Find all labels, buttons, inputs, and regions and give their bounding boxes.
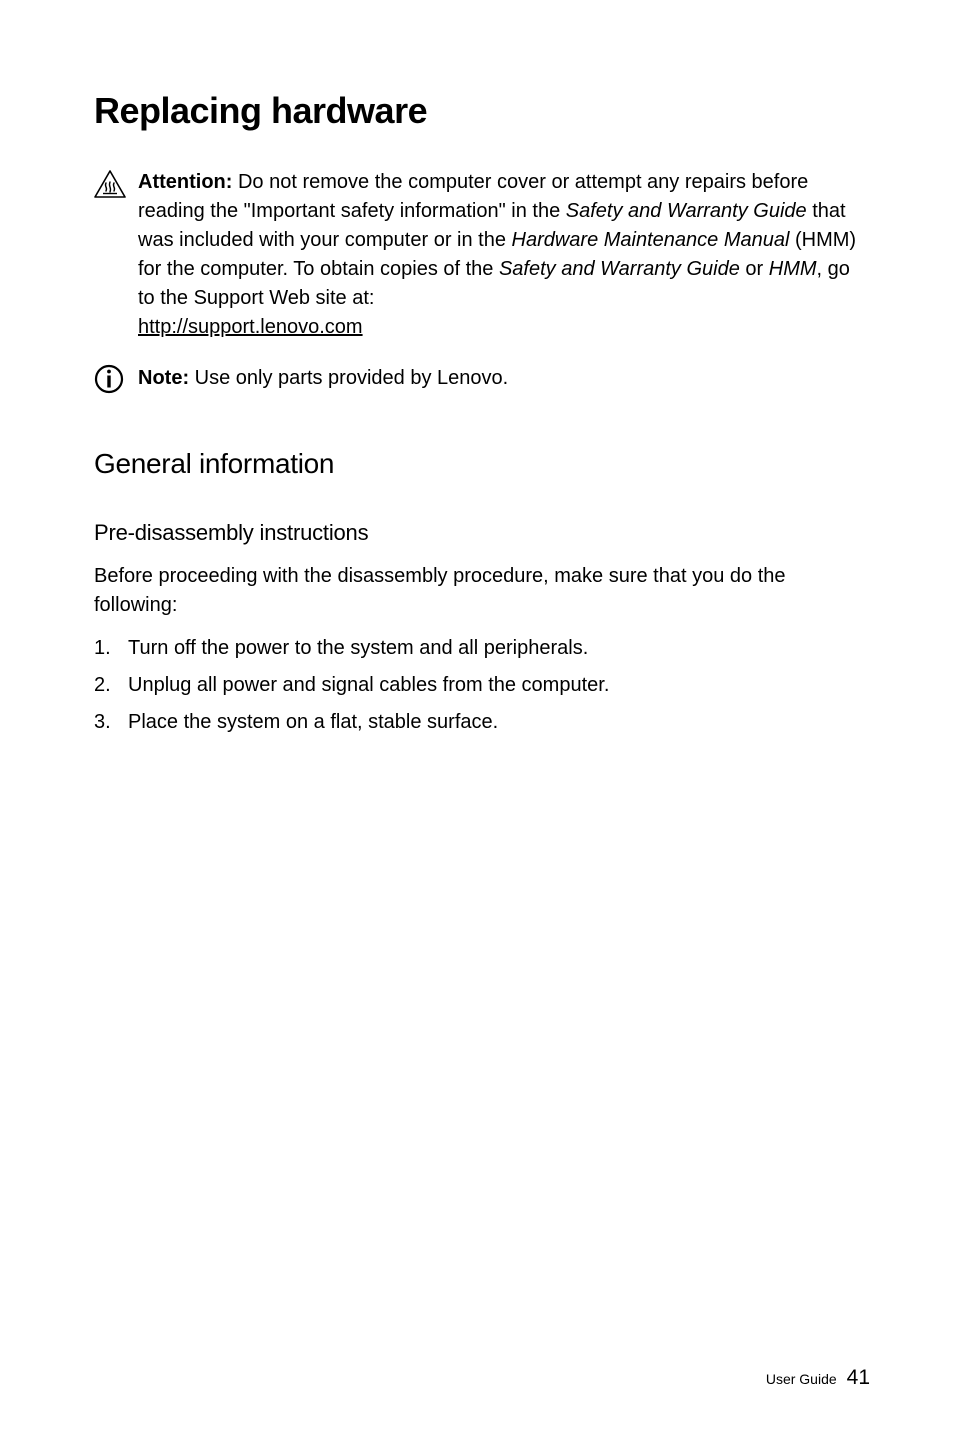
section-heading: General information <box>94 448 870 480</box>
attention-italic-2: Hardware Maintenance Manual <box>512 229 790 251</box>
page-number: 41 <box>847 1366 870 1390</box>
instruction-list: Turn off the power to the system and all… <box>94 634 870 737</box>
attention-text: Attention: Do not remove the computer co… <box>134 168 870 342</box>
attention-callout: Attention: Do not remove the computer co… <box>94 168 870 342</box>
sub-heading: Pre-disassembly instructions <box>94 520 870 546</box>
info-icon <box>94 364 134 394</box>
list-item: Place the system on a flat, stable surfa… <box>94 708 870 737</box>
attention-body-4: or <box>740 258 769 280</box>
note-text: Note: Use only parts provided by Lenovo. <box>134 364 870 393</box>
support-link[interactable]: http://support.lenovo.com <box>138 316 363 338</box>
attention-italic-3: Safety and Warranty Guide <box>499 258 740 280</box>
footer-label: User Guide <box>766 1371 837 1387</box>
attention-label: Attention: <box>138 171 232 193</box>
hot-surface-warning-icon <box>94 168 134 198</box>
attention-italic-1: Safety and Warranty Guide <box>566 200 807 222</box>
note-body: Use only parts provided by Lenovo. <box>189 367 508 389</box>
list-item: Unplug all power and signal cables from … <box>94 671 870 700</box>
page-title: Replacing hardware <box>94 90 870 132</box>
note-callout: Note: Use only parts provided by Lenovo. <box>94 364 870 394</box>
intro-paragraph: Before proceeding with the disassembly p… <box>94 562 870 620</box>
note-label: Note: <box>138 367 189 389</box>
page-footer: User Guide 41 <box>766 1366 870 1390</box>
attention-italic-4: HMM <box>769 258 817 280</box>
list-item: Turn off the power to the system and all… <box>94 634 870 663</box>
